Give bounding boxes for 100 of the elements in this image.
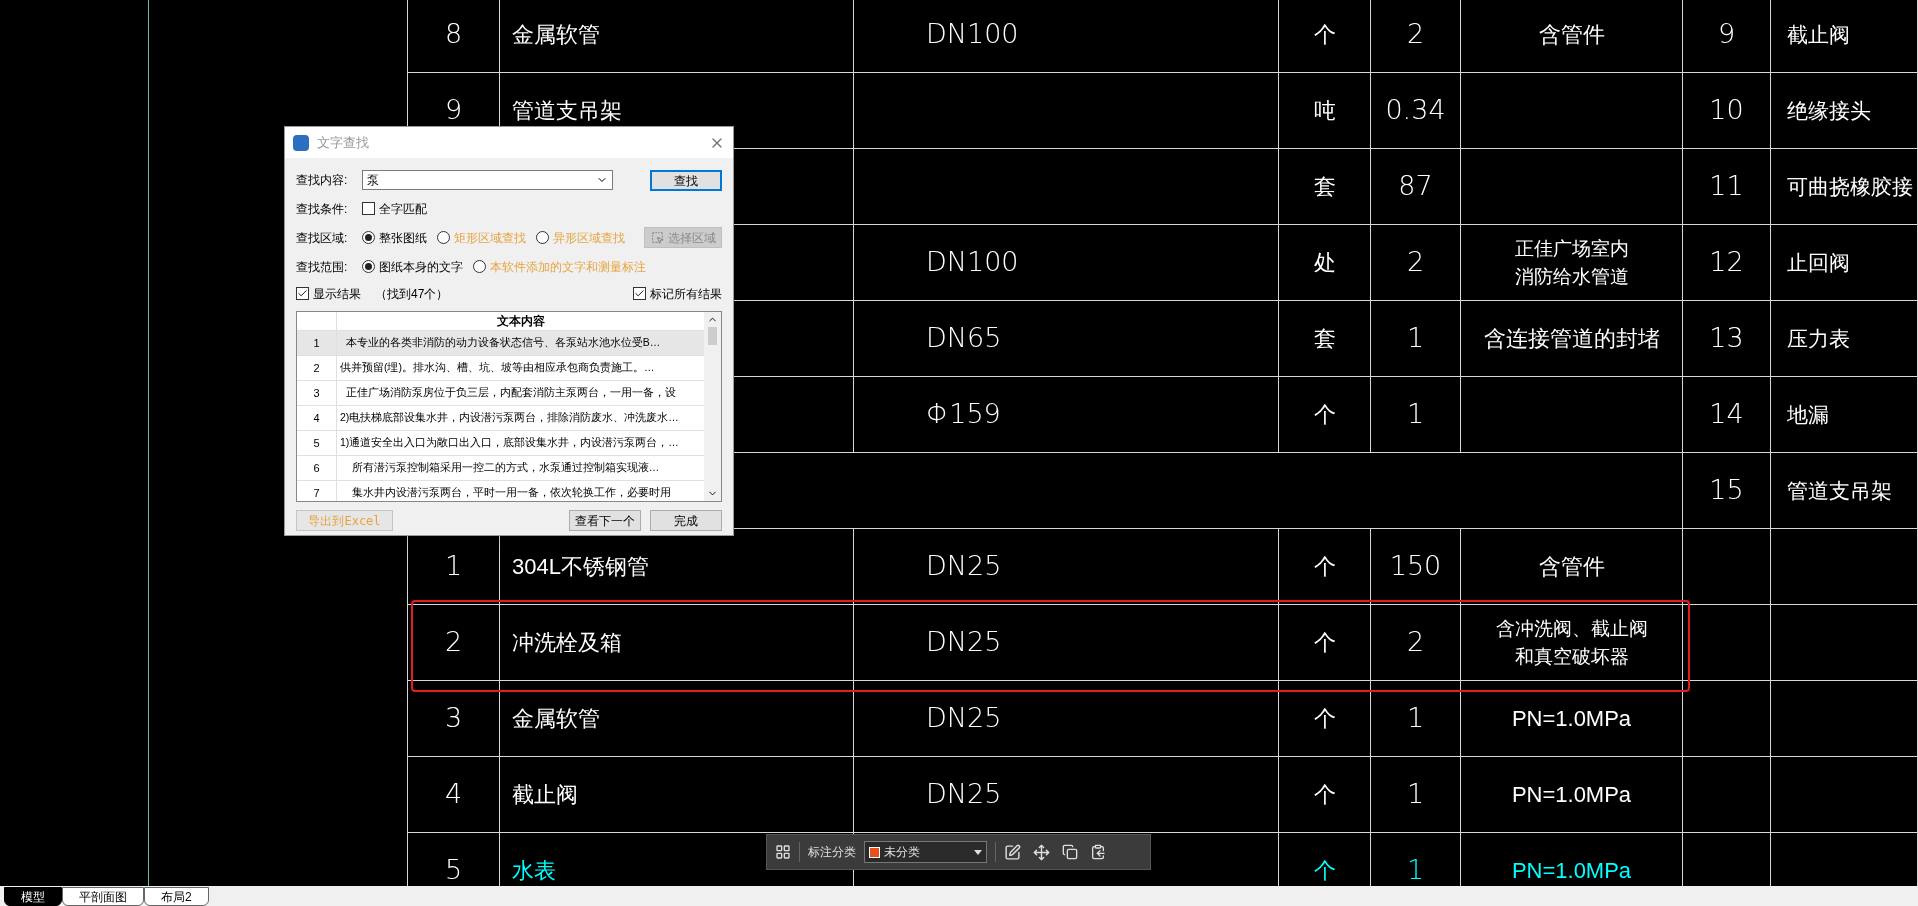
table-cell: 个 xyxy=(1279,681,1371,757)
radio-button[interactable] xyxy=(362,260,375,273)
radio-button[interactable] xyxy=(473,260,486,273)
table-cell: PN=1.0MPa xyxy=(1461,757,1683,833)
table-cell: 含管件 xyxy=(1461,0,1683,73)
table-cell: 13 xyxy=(1683,301,1771,377)
move-icon[interactable] xyxy=(1033,843,1050,861)
result-row[interactable]: 4 2)电扶梯底部设集水井，内设潜污泵两台，排除消防废水、冲洗废水… xyxy=(297,406,704,431)
table-cell: 含管件 xyxy=(1461,529,1683,605)
row-number: 1 xyxy=(297,331,337,355)
result-text: 2)电扶梯底部设集水井，内设潜污泵两台，排除消防废水、冲洗废水… xyxy=(339,410,680,426)
result-row[interactable]: 5 1)通道安全出入口为敞口出入口，底部设集水井，内设潜污泵两台，… xyxy=(297,431,704,456)
table-cell: 截止阀 xyxy=(1771,0,1918,73)
table-cell: 金属软管 xyxy=(500,681,854,757)
find-button[interactable]: 查找 xyxy=(650,169,722,191)
table-cell: DN100 xyxy=(854,0,1279,73)
table-cell: 个 xyxy=(1279,529,1371,605)
field-label: 查找范围: xyxy=(296,258,349,276)
table-cell: 冲洗栓及箱 xyxy=(500,605,854,681)
scroll-thumb[interactable] xyxy=(708,327,717,345)
table-cell: 2 xyxy=(1371,225,1461,301)
table-cell: 12 xyxy=(1683,225,1771,301)
result-row[interactable]: 2 供并预留(埋)。排水沟、槽、坑、坡等由相应承包商负责施工。… xyxy=(297,356,704,381)
table-cell: 处 xyxy=(1279,225,1371,301)
edit-icon[interactable] xyxy=(1004,843,1021,861)
field-label: 查找区域: xyxy=(296,229,349,247)
radio-label: 图纸本身的文字 xyxy=(379,258,463,276)
copy-icon[interactable] xyxy=(1062,844,1078,860)
radio-button[interactable] xyxy=(536,231,549,244)
radio-label: 异形区域查找 xyxy=(553,229,625,247)
table-cell: 2 xyxy=(1371,605,1461,681)
table-cell: 11 xyxy=(1683,149,1771,225)
table-cell: PN=1.0MPa xyxy=(1461,681,1683,757)
table-cell: DN100 xyxy=(854,225,1279,301)
checkbox[interactable] xyxy=(633,287,646,300)
table-cell: 3 xyxy=(408,681,500,757)
layout-tab[interactable]: 模型 xyxy=(4,887,62,906)
layout-tab[interactable]: 布局2 xyxy=(144,887,209,906)
radio-label: 矩形区域查找 xyxy=(454,229,526,247)
search-combo-box[interactable]: 泵 xyxy=(362,170,613,190)
radio-button[interactable] xyxy=(362,231,375,244)
table-cell: DN25 xyxy=(854,681,1279,757)
grid-icon[interactable] xyxy=(775,844,791,860)
table-cell: 9 xyxy=(1683,0,1771,73)
table-cell: 含连接管道的封堵 xyxy=(1461,301,1683,377)
table-cell: DN65 xyxy=(854,301,1279,377)
radio-label: 本软件添加的文字和测量标注 xyxy=(490,258,646,276)
table-cell: 管道支吊架 xyxy=(1771,453,1918,529)
radio-label: 整张图纸 xyxy=(379,229,427,247)
table-cell: 吨 xyxy=(1279,73,1371,149)
table-cell: DN25 xyxy=(854,757,1279,833)
result-count: （找到47个） xyxy=(375,285,449,303)
table-cell: 套 xyxy=(1279,301,1371,377)
table-cell: 1 xyxy=(1371,681,1461,757)
paste-icon[interactable] xyxy=(1090,844,1106,860)
view-next-button[interactable]: 查看下一个 xyxy=(569,510,641,531)
table-cell: 0.34 xyxy=(1371,73,1461,149)
row-number: 3 xyxy=(297,381,337,405)
result-text: 集水井内设潜污泵两台，平时一用一备，依次轮换工作，必要时用 xyxy=(350,485,672,501)
table-cell: 个 xyxy=(1279,605,1371,681)
done-button[interactable]: 完成 xyxy=(650,510,722,531)
table-cell: 87 xyxy=(1371,149,1461,225)
selection-pointer-icon xyxy=(650,231,664,244)
table-cell: 个 xyxy=(1279,0,1371,73)
row-number: 7 xyxy=(297,481,337,501)
table-cell: Φ159 xyxy=(854,377,1279,453)
result-text: 正佳广场消防泵房位于负三层，内配套消防主泵两台，一用一备，设 xyxy=(344,385,677,401)
table-cell: 2 xyxy=(408,605,500,681)
checkbox-label: 标记所有结果 xyxy=(650,285,722,303)
table-cell: 套 xyxy=(1279,149,1371,225)
category-dropdown[interactable]: 未分类 xyxy=(864,841,987,863)
result-text: 本专业的各类非消防的动力设备状态信号、各泵站水池水位受B… xyxy=(344,335,662,351)
table-cell: 个 xyxy=(1279,757,1371,833)
table-cell: 2 xyxy=(1371,0,1461,73)
table-cell: 1 xyxy=(1371,301,1461,377)
window-title: 文字查找 xyxy=(317,133,369,152)
result-row[interactable]: 1 本专业的各类非消防的动力设备状态信号、各泵站水池水位受B… xyxy=(297,331,704,356)
layout-tab[interactable]: 平剖面图 xyxy=(62,887,144,906)
result-text: 供并预留(埋)。排水沟、槽、坑、坡等由相应承包商负责施工。… xyxy=(339,360,656,376)
table-cell: 截止阀 xyxy=(500,757,854,833)
table-cell: 10 xyxy=(1683,73,1771,149)
caret-icon xyxy=(974,849,982,855)
result-row[interactable]: 3 正佳广场消防泵房位于负三层，内配套消防主泵两台，一用一备，设 xyxy=(297,381,704,406)
table-cell: 8 xyxy=(408,0,500,73)
table-cell: DN25 xyxy=(854,529,1279,605)
table-cell: 15 xyxy=(1683,453,1771,529)
checkbox[interactable] xyxy=(296,287,309,300)
table-cell: 150 xyxy=(1371,529,1461,605)
table-cell: 可曲挠橡胶接 xyxy=(1771,149,1918,225)
checkbox[interactable] xyxy=(362,202,375,215)
app-icon xyxy=(293,134,309,151)
result-row[interactable]: 6 所有潜污泵控制箱采用一控二的方式，水泵通过控制箱实现液… xyxy=(297,456,704,481)
scrollbar[interactable] xyxy=(704,312,721,501)
row-number: 2 xyxy=(297,356,337,380)
table-cell: 正佳广场室内 消防给水管道 xyxy=(1461,225,1683,301)
radio-button[interactable] xyxy=(437,231,450,244)
result-text: 所有潜污泵控制箱采用一控二的方式，水泵通过控制箱实现液… xyxy=(350,460,661,476)
table-cell: 绝缘接头 xyxy=(1771,73,1918,149)
field-label: 查找条件: xyxy=(296,200,349,218)
table-cell: DN25 xyxy=(854,605,1279,681)
